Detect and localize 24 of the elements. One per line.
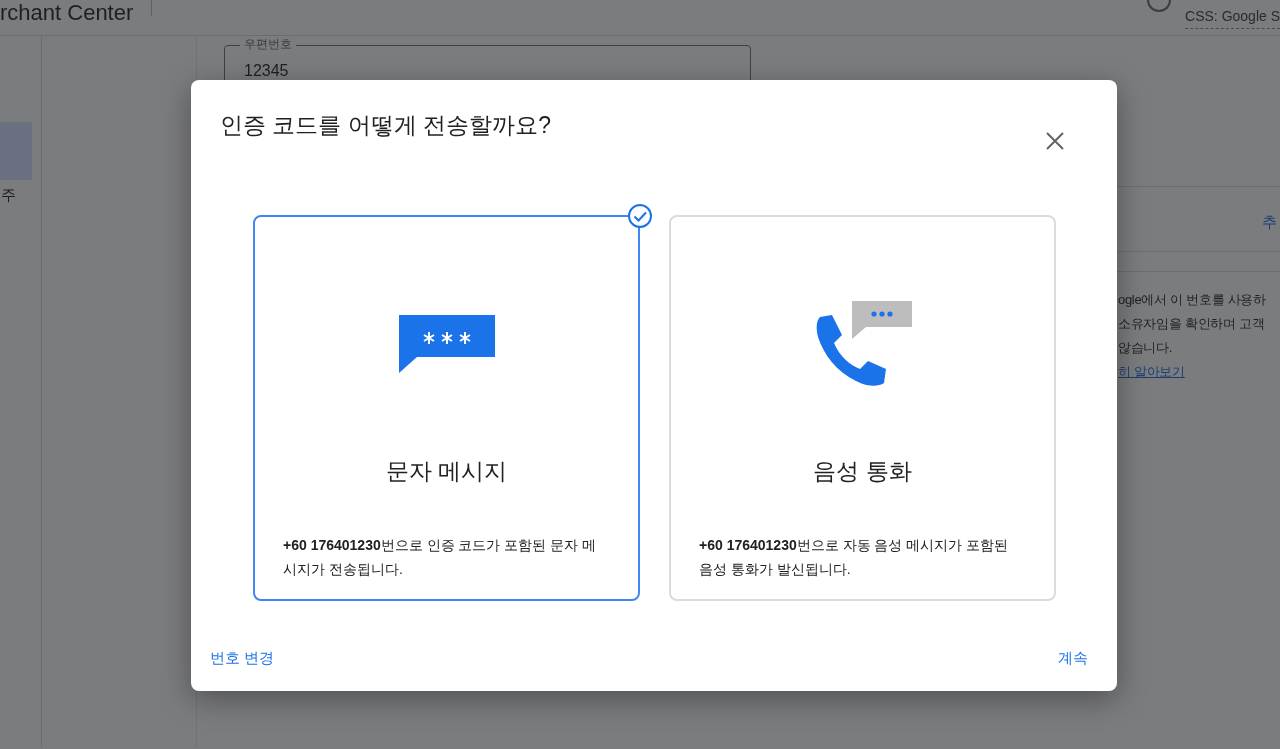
learn-more-link[interactable]: 히 알아보기 — [1118, 364, 1185, 379]
notice-text: ogle에서 이 번호를 사용하 — [1118, 291, 1267, 309]
account-label[interactable]: CSS: Google S — [1185, 6, 1280, 29]
postal-code-field[interactable]: 우편번호 12345 — [224, 36, 751, 115]
change-number-link[interactable]: 번호 변경 — [210, 642, 275, 673]
product-name: rchant Center — [0, 2, 134, 24]
check-icon — [627, 203, 653, 229]
option-description: +60 176401230번으로 인증 코드가 포함된 문자 메시지가 전송됩니다. — [283, 535, 598, 579]
notice-text: 않습니다. — [1118, 339, 1174, 357]
notice-text: 소유자임을 확인하며 고객 — [1118, 315, 1266, 333]
help-icon[interactable] — [1147, 0, 1172, 12]
option-label: 문자 메시지 — [385, 457, 508, 486]
option-description: +60 176401230번으로 자동 음성 메시지가 포함된 음성 통화가 발신됩니다. — [699, 535, 1010, 579]
field-value: 12345 — [244, 62, 289, 79]
option-card[interactable]: 음성 통화 +60 176401230번으로 자동 음성 메시지가 포함된 음성 통화가 발신됩니다. — [669, 215, 1056, 601]
dialog-title: 인증 코드를 어떻게 전송할까요? — [220, 112, 551, 140]
close-icon — [1046, 131, 1064, 150]
sidebar-item[interactable]: 주 — [1, 184, 41, 207]
continue-button[interactable]: 계속 — [1058, 642, 1088, 673]
side-link[interactable]: 추 — [1117, 211, 1280, 251]
option-card[interactable]: 문자 메시지 +60 176401230번으로 인증 코드가 포함된 문자 메시지가 전송됩니다. — [253, 215, 640, 601]
chat-bubble-icon — [398, 315, 495, 373]
option-label: 음성 통화 — [813, 457, 912, 486]
field-label: 우편번호 — [240, 36, 296, 52]
